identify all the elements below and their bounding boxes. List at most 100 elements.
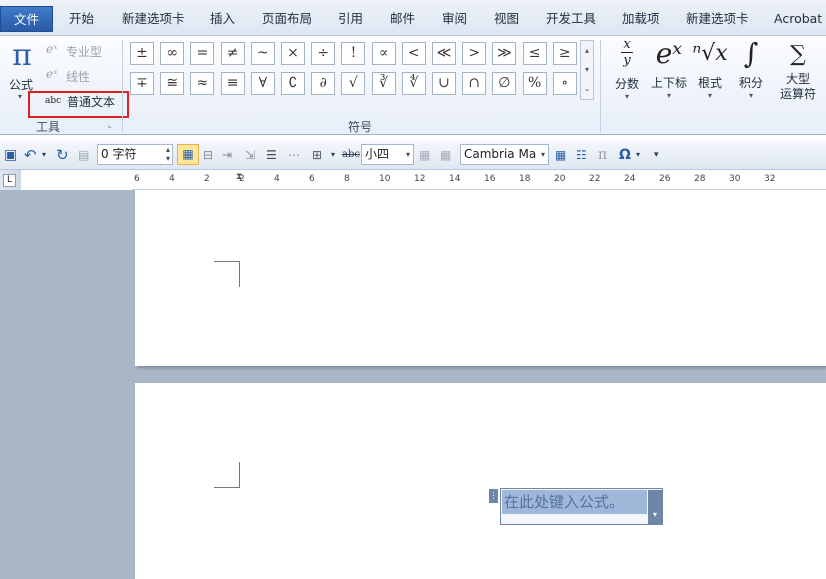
- symbol-button[interactable]: ÷: [311, 42, 336, 65]
- format-icon[interactable]: ▤: [78, 146, 89, 164]
- border-icon[interactable]: ⊞: [312, 146, 322, 164]
- chevron-down-icon[interactable]: ▾: [42, 146, 46, 164]
- scale-icon[interactable]: ⇲: [245, 146, 255, 164]
- symbol-button[interactable]: ∅: [492, 72, 517, 95]
- tab-review[interactable]: 审阅: [442, 8, 467, 30]
- pi-formula-icon[interactable]: π: [8, 38, 36, 74]
- ruler-number: 28: [694, 174, 706, 184]
- tab-page-layout[interactable]: 页面布局: [262, 8, 312, 30]
- symbols-scroll[interactable]: ▴ ▾ ⌄: [580, 40, 594, 100]
- stepper-icon[interactable]: ▴ ▾: [166, 145, 170, 163]
- fraction-denominator: y: [623, 53, 631, 68]
- spacing-input[interactable]: 0 字符 ▴ ▾: [97, 144, 173, 165]
- formula-dropdown-icon[interactable]: ▾: [18, 92, 22, 101]
- grid-icon[interactable]: ▦: [177, 144, 199, 165]
- pi-icon[interactable]: π: [598, 146, 607, 164]
- equation-options-icon[interactable]: ▾: [648, 490, 662, 524]
- tab-view[interactable]: 视图: [494, 8, 519, 30]
- tab-insert[interactable]: 插入: [210, 8, 235, 30]
- symbol-button[interactable]: ~: [250, 42, 275, 65]
- symbol-button[interactable]: √: [341, 72, 366, 95]
- symbol-button[interactable]: ∪: [432, 72, 456, 95]
- symbol-button[interactable]: ≠: [220, 42, 245, 65]
- font-size-select[interactable]: 小四 ▾: [361, 144, 414, 165]
- indent-icon[interactable]: ⇥: [222, 146, 232, 164]
- symbol-button[interactable]: ≅: [160, 72, 185, 95]
- symbol-button[interactable]: ∀: [250, 72, 275, 95]
- tab-stop-selector[interactable]: L: [3, 174, 16, 187]
- align-icon[interactable]: ⊟: [203, 146, 213, 164]
- ruler-number: 4: [274, 174, 280, 184]
- ruler-number: 10: [379, 174, 391, 184]
- large-operator-button[interactable]: ∑ 大型 运算符: [774, 38, 822, 102]
- font-name-select[interactable]: Cambria Ma ▾: [460, 144, 549, 165]
- fraction-button[interactable]: xy 分数 ▾: [612, 38, 642, 101]
- tab-file[interactable]: 文件: [0, 6, 53, 32]
- table-grid-icon[interactable]: ▦: [440, 146, 451, 164]
- script-button[interactable]: eˣ 上下标 ▾: [648, 38, 690, 101]
- symbol-button[interactable]: ≪: [432, 42, 456, 65]
- symbol-button[interactable]: <: [401, 42, 426, 65]
- symbol-button[interactable]: ±: [130, 42, 154, 65]
- tab-addins[interactable]: 加载项: [622, 8, 660, 30]
- undo-icon[interactable]: ↶: [24, 146, 37, 164]
- customize-toolbar-icon[interactable]: ▾: [654, 146, 659, 164]
- list-icon[interactable]: ☷: [576, 146, 587, 164]
- text-direction-icon[interactable]: ☰: [266, 146, 277, 164]
- distribute-icon[interactable]: ⋯: [288, 146, 300, 164]
- ruler-number: 20: [554, 174, 566, 184]
- table-icon[interactable]: ▦: [419, 146, 430, 164]
- integral-label: 积分: [738, 76, 763, 90]
- equation-handle-icon[interactable]: ⋮: [489, 489, 498, 503]
- redo-icon[interactable]: ↻: [56, 146, 69, 164]
- omega-icon[interactable]: Ω: [619, 146, 631, 164]
- dialog-launcher-icon[interactable]: ⌞: [108, 120, 112, 129]
- tab-references[interactable]: 引用: [338, 8, 363, 30]
- equation-input[interactable]: 在此处键入公式。: [502, 490, 647, 514]
- symbol-button[interactable]: ≤: [522, 42, 547, 65]
- ruler-number: 24: [624, 174, 636, 184]
- matrix-icon[interactable]: ▦: [555, 146, 566, 164]
- symbol-button[interactable]: ×: [281, 42, 305, 65]
- tab-mailings[interactable]: 邮件: [390, 8, 415, 30]
- strikethrough-icon[interactable]: abc: [342, 146, 360, 164]
- symbol-button[interactable]: ≫: [492, 42, 517, 65]
- symbol-button[interactable]: ≈: [190, 72, 215, 95]
- symbol-button[interactable]: ≥: [552, 42, 577, 65]
- symbol-button[interactable]: ∝: [371, 42, 396, 65]
- tab-developer[interactable]: 开发工具: [546, 8, 596, 30]
- chevron-down-icon[interactable]: ▾: [406, 145, 410, 164]
- symbol-button[interactable]: ∁: [281, 72, 305, 95]
- symbol-button[interactable]: ∛: [371, 72, 396, 95]
- symbol-button[interactable]: =: [190, 42, 215, 65]
- fraction-label: 分数: [614, 77, 639, 91]
- symbol-button[interactable]: >: [462, 42, 487, 65]
- tab-home[interactable]: 开始: [69, 8, 94, 30]
- fraction-numerator: x: [623, 37, 631, 52]
- chevron-down-icon[interactable]: ▾: [636, 146, 640, 164]
- symbol-button[interactable]: %: [522, 72, 547, 95]
- integral-button[interactable]: ∫ 积分 ▾: [734, 38, 768, 101]
- professional-button[interactable]: 专业型: [66, 43, 102, 60]
- chevron-down-icon[interactable]: ▾: [331, 146, 335, 164]
- chevron-down-icon[interactable]: ▾: [541, 145, 545, 164]
- indent-marker-icon[interactable]: ⧗: [236, 172, 242, 182]
- font-size-value: 小四: [365, 147, 390, 161]
- radical-button[interactable]: ⁿ√x 根式 ▾: [692, 38, 728, 100]
- symbol-button[interactable]: ∓: [130, 72, 154, 95]
- tab-acrobat[interactable]: Acrobat: [774, 8, 822, 30]
- symbol-button[interactable]: ∞: [160, 42, 185, 65]
- symbol-button[interactable]: ≡: [220, 72, 245, 95]
- tab-new-tab-2[interactable]: 新建选项卡: [686, 8, 749, 30]
- spacing-value: 0 字符: [101, 147, 137, 161]
- chevron-down-icon: ▾: [707, 91, 712, 100]
- symbol-button[interactable]: ∜: [401, 72, 426, 95]
- ruler-number: 30: [729, 174, 741, 184]
- symbol-button[interactable]: ∘: [552, 72, 577, 95]
- symbol-button[interactable]: !: [341, 42, 366, 65]
- symbol-button[interactable]: ∂: [311, 72, 336, 95]
- save-icon[interactable]: ▣: [4, 146, 17, 164]
- tab-new-tab-1[interactable]: 新建选项卡: [122, 8, 185, 30]
- symbol-button[interactable]: ∩: [462, 72, 487, 95]
- linear-button[interactable]: 线性: [66, 68, 90, 85]
